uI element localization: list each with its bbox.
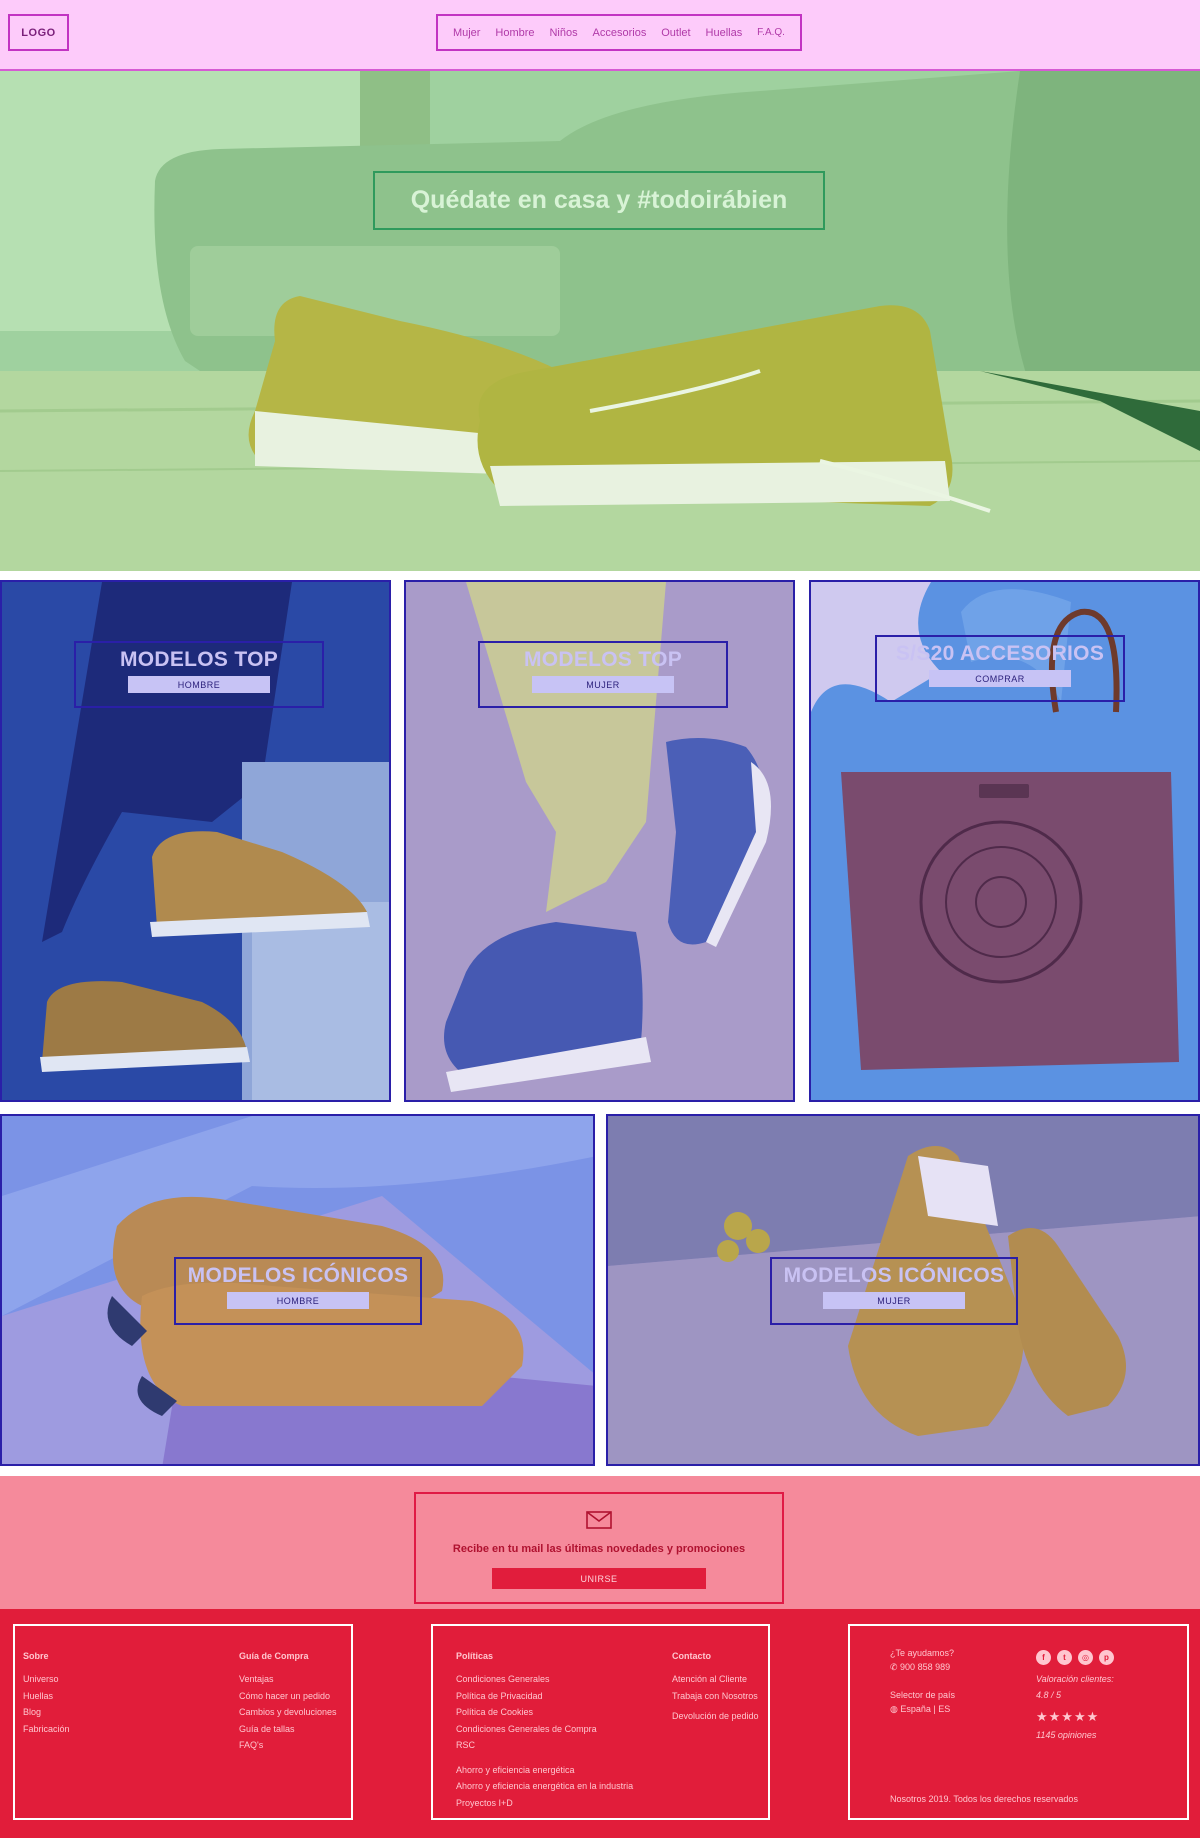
footer-col-help: ¿Te ayudamos? ✆ 900 858 989 Selector de … — [890, 1646, 955, 1716]
rating-stars: ★★★★★ — [1036, 1709, 1100, 1724]
phone-number: 900 858 989 — [900, 1662, 951, 1672]
footer-box-contact: ¿Te ayudamos? ✆ 900 858 989 Selector de … — [848, 1624, 1189, 1820]
nav-item-mujer[interactable]: Mujer — [453, 27, 481, 39]
help-label: ¿Te ayudamos? — [890, 1648, 955, 1658]
copyright: Nosotros 2019. Todos los derechos reserv… — [890, 1794, 1078, 1804]
newsletter-box: Recibe en tu mail las últimas novedades … — [414, 1492, 784, 1604]
social-icons: f t ◎ p — [1036, 1650, 1114, 1665]
globe-icon: ◍ — [890, 1704, 901, 1714]
tile-caption: MODELOS TOP MUJER — [478, 641, 728, 708]
unirse-button[interactable]: UNIRSE — [492, 1568, 706, 1589]
comprar-button[interactable]: COMPRAR — [929, 670, 1071, 687]
country-label: Selector de país — [890, 1690, 956, 1700]
tile-title: S/S20 ACCESORIOS — [895, 642, 1105, 665]
footer-link-ahorro[interactable]: Ahorro y eficiencia energética — [456, 1762, 633, 1779]
footer-link-faqs[interactable]: FAQ's — [239, 1737, 337, 1754]
country-selector[interactable]: ◍ España | ES — [890, 1702, 955, 1716]
footer-link-condiciones-compra[interactable]: Condiciones Generales de Compra — [456, 1721, 633, 1738]
mujer-button[interactable]: MUJER — [532, 676, 674, 693]
nav-item-outlet[interactable]: Outlet — [661, 27, 690, 39]
hombre-button[interactable]: HOMBRE — [128, 676, 270, 693]
tile-accesorios[interactable]: S/S20 ACCESORIOS COMPRAR — [809, 580, 1200, 1102]
country-value: España | ES — [900, 1704, 951, 1714]
footer-link-blog[interactable]: Blog — [23, 1704, 70, 1721]
phone-icon: ✆ — [890, 1662, 901, 1672]
newsletter-text: Recibe en tu mail las últimas novedades … — [452, 1543, 746, 1555]
phone-link[interactable]: ✆ 900 858 989 — [890, 1660, 955, 1674]
tile-modelos-top-mujer[interactable]: MODELOS TOP MUJER — [404, 580, 795, 1102]
footer-col-contacto: Contacto Atención al Cliente Trabaja con… — [672, 1651, 759, 1725]
footer-link-como-hacer-pedido[interactable]: Cómo hacer un pedido — [239, 1688, 337, 1705]
footer-link-ahorro-industria[interactable]: Ahorro y eficiencia energética en la ind… — [456, 1778, 633, 1795]
hero-banner[interactable]: Quédate en casa y #todoirábien — [0, 71, 1200, 571]
footer-box-politicas: Políticas Condiciones Generales Política… — [431, 1624, 770, 1820]
instagram-icon[interactable]: ◎ — [1078, 1650, 1093, 1665]
footer-link-atencion[interactable]: Atención al Cliente — [672, 1671, 759, 1688]
tile-modelos-iconicos-mujer[interactable]: MODELOS ICÓNICOS MUJER — [606, 1114, 1200, 1466]
tile-title: MODELOS ICÓNICOS — [187, 1264, 409, 1287]
hero-title: Quédate en casa y #todoirábien — [373, 171, 825, 230]
footer-heading: Sobre — [23, 1651, 49, 1661]
site-header: LOGO Mujer Hombre Niños Accesorios Outle… — [0, 0, 1200, 71]
tile-title: MODELOS TOP — [523, 648, 683, 671]
newsletter-section: Recibe en tu mail las últimas novedades … — [0, 1476, 1200, 1609]
tile-caption: S/S20 ACCESORIOS COMPRAR — [875, 635, 1125, 702]
facebook-icon[interactable]: f — [1036, 1650, 1051, 1665]
hombre-button[interactable]: HOMBRE — [227, 1292, 369, 1309]
footer-link-ventajas[interactable]: Ventajas — [239, 1671, 337, 1688]
footer-col-guia: Guía de Compra Ventajas Cómo hacer un pe… — [239, 1651, 337, 1754]
nav-item-huellas[interactable]: Huellas — [706, 27, 743, 39]
nav-item-faq[interactable]: F.A.Q. — [757, 27, 785, 38]
tile-title: MODELOS ICÓNICOS — [783, 1264, 1005, 1287]
tile-caption: MODELOS ICÓNICOS HOMBRE — [174, 1257, 422, 1325]
footer-link-privacidad[interactable]: Política de Privacidad — [456, 1688, 633, 1705]
footer-link-proyectos[interactable]: Proyectos I+D — [456, 1795, 633, 1812]
nav-item-ninos[interactable]: Niños — [549, 27, 577, 39]
hero-image — [0, 71, 1200, 571]
site-footer: Sobre Universo Huellas Blog Fabricación … — [0, 1609, 1200, 1838]
footer-link-devolucion[interactable]: Devolución de pedido — [672, 1708, 759, 1725]
footer-link-huellas[interactable]: Huellas — [23, 1688, 70, 1705]
footer-box-sobre: Sobre Universo Huellas Blog Fabricación … — [13, 1624, 353, 1820]
footer-link-cookies[interactable]: Política de Cookies — [456, 1704, 633, 1721]
rating-score: 4.8 / 5 — [1036, 1690, 1062, 1700]
footer-link-rsc[interactable]: RSC — [456, 1737, 633, 1754]
pinterest-icon[interactable]: p — [1099, 1650, 1114, 1665]
logo[interactable]: LOGO — [8, 14, 69, 51]
footer-link-trabaja[interactable]: Trabaja con Nosotros — [672, 1688, 759, 1705]
footer-link-guia-tallas[interactable]: Guía de tallas — [239, 1721, 337, 1738]
rating-label: Valoración clientes: — [1036, 1674, 1114, 1684]
tile-caption: MODELOS TOP HOMBRE — [74, 641, 324, 708]
footer-link-cambios[interactable]: Cambios y devoluciones — [239, 1704, 337, 1721]
main-nav: Mujer Hombre Niños Accesorios Outlet Hue… — [436, 14, 802, 51]
footer-heading: Políticas — [456, 1651, 494, 1661]
footer-link-universo[interactable]: Universo — [23, 1671, 70, 1688]
nav-item-accesorios[interactable]: Accesorios — [593, 27, 647, 39]
tile-modelos-top-hombre[interactable]: MODELOS TOP HOMBRE — [0, 580, 391, 1102]
footer-heading: Contacto — [672, 1651, 711, 1661]
tile-modelos-iconicos-hombre[interactable]: MODELOS ICÓNICOS HOMBRE — [0, 1114, 595, 1466]
tile-title: MODELOS TOP — [119, 648, 279, 671]
tile-caption: MODELOS ICÓNICOS MUJER — [770, 1257, 1018, 1325]
rating-count: 1145 opiniones — [1036, 1730, 1097, 1740]
twitter-icon[interactable]: t — [1057, 1650, 1072, 1665]
footer-link-condiciones[interactable]: Condiciones Generales — [456, 1671, 633, 1688]
footer-col-sobre: Sobre Universo Huellas Blog Fabricación — [23, 1651, 70, 1737]
footer-col-rating: f t ◎ p Valoración clientes: 4.8 / 5 ★★★… — [1036, 1650, 1114, 1743]
mail-icon — [586, 1511, 612, 1534]
footer-heading: Guía de Compra — [239, 1651, 309, 1661]
footer-link-fabricacion[interactable]: Fabricación — [23, 1721, 70, 1738]
mujer-button[interactable]: MUJER — [823, 1292, 965, 1309]
footer-col-politicas: Políticas Condiciones Generales Política… — [456, 1651, 633, 1811]
nav-item-hombre[interactable]: Hombre — [495, 27, 534, 39]
